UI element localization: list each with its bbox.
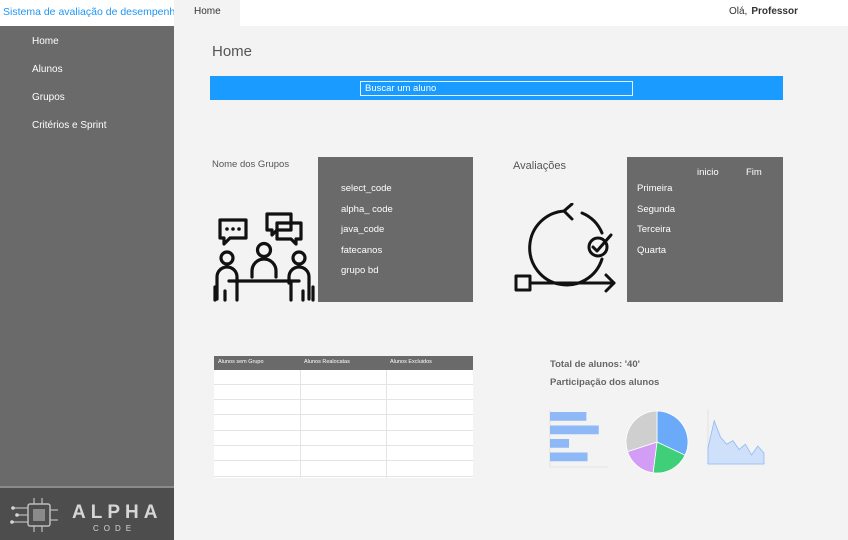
participation-bar-chart <box>549 410 608 468</box>
evaluations-panel: inicio Fim Primeira Segunda Terceira Qua… <box>627 157 783 302</box>
table-row[interactable] <box>214 370 473 385</box>
column-end-label: Fim <box>746 167 762 178</box>
chart-bar <box>550 452 588 462</box>
group-item[interactable]: select_code <box>341 183 392 194</box>
tab-home[interactable]: Home <box>174 0 240 26</box>
sidebar-item-home[interactable]: Home <box>32 36 59 47</box>
sidebar-item-criterios[interactable]: Critérios e Sprint <box>32 120 106 131</box>
group-item[interactable]: alpha_ code <box>341 204 393 215</box>
cycle-process-icon <box>514 203 616 293</box>
participation-title: Participação dos alunos <box>550 377 660 388</box>
total-students: Total de alunos: '40' <box>550 359 640 370</box>
logo-name: ALPHA <box>72 502 163 523</box>
group-item[interactable]: grupo bd <box>341 265 379 276</box>
evaluation-row[interactable]: Segunda <box>637 204 675 215</box>
brand-logo: ALPHA CODE <box>0 486 174 540</box>
participation-area-chart <box>707 410 765 465</box>
group-item[interactable]: fatecanos <box>341 245 382 256</box>
user-name: Professor <box>751 6 798 17</box>
table-header: Alunos sem Grupo Alunos Realocatas Aluno… <box>214 356 473 370</box>
area-series <box>707 419 765 465</box>
table-row[interactable] <box>214 462 473 477</box>
column-start-label: inicio <box>697 167 719 178</box>
sidebar-item-grupos[interactable]: Grupos <box>32 92 65 103</box>
table-row[interactable] <box>214 400 473 415</box>
user-greeting[interactable]: Olá, Professor <box>729 0 798 26</box>
page-title: Home <box>212 43 253 60</box>
evaluation-row[interactable]: Quarta <box>637 245 666 256</box>
students-table: Alunos sem Grupo Alunos Realocatas Aluno… <box>214 356 473 478</box>
chart-bar <box>550 412 587 421</box>
column-divider <box>386 370 387 478</box>
circuit-chip-icon <box>10 498 58 532</box>
search-bar <box>210 76 783 100</box>
chart-bar <box>550 425 599 435</box>
table-header-cell[interactable]: Alunos Excluidos <box>390 359 432 365</box>
sidebar-item-alunos[interactable]: Alunos <box>32 64 63 75</box>
table-header-cell[interactable]: Alunos sem Grupo <box>218 359 264 365</box>
evaluations-label: Avaliações <box>513 160 566 172</box>
group-item[interactable]: java_code <box>341 224 384 235</box>
table-row[interactable] <box>214 385 473 400</box>
groups-panel: select_code alpha_ code java_code fateca… <box>318 157 473 302</box>
logo-subtitle: CODE <box>93 524 137 533</box>
participation-pie-chart <box>625 410 689 474</box>
table-row[interactable] <box>214 431 473 446</box>
search-input[interactable] <box>360 81 633 96</box>
column-divider <box>300 370 301 478</box>
team-meeting-icon <box>213 212 315 302</box>
evaluation-row[interactable]: Terceira <box>637 224 671 235</box>
app-title[interactable]: Sistema de avaliação de desempenho <box>0 0 181 26</box>
sidebar: Home Alunos Grupos Critérios e Sprint <box>0 26 174 486</box>
chart-bar <box>550 439 570 448</box>
evaluation-row[interactable]: Primeira <box>637 183 672 194</box>
greeting-text: Olá, <box>728 6 748 17</box>
groups-label: Nome dos Grupos <box>212 159 290 170</box>
table-header-cell[interactable]: Alunos Realocatas <box>304 359 350 365</box>
top-bar: Sistema de avaliação de desempenho Home … <box>0 0 848 26</box>
table-row[interactable] <box>214 446 473 461</box>
table-row[interactable] <box>214 416 473 431</box>
